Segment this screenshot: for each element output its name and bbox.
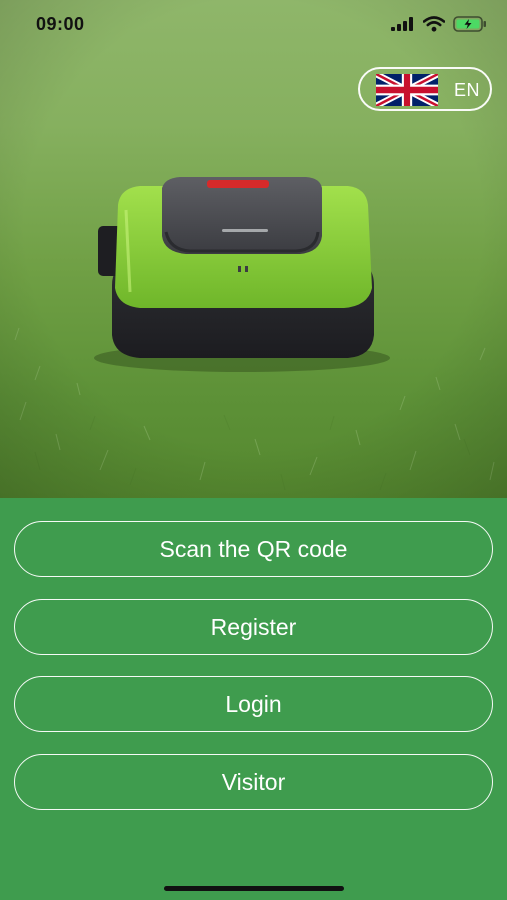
uk-flag-icon xyxy=(376,74,438,106)
language-selector[interactable]: EN xyxy=(358,67,492,111)
status-time: 09:00 xyxy=(36,14,85,34)
register-button[interactable]: Register xyxy=(14,599,493,655)
status-icons xyxy=(391,16,487,32)
visitor-button[interactable]: Visitor xyxy=(14,754,493,810)
home-indicator[interactable] xyxy=(164,886,344,891)
welcome-screen: 09:00 EN Scan the QR code Register Login… xyxy=(0,0,507,900)
battery-charging-icon xyxy=(453,16,486,32)
language-code: EN xyxy=(454,80,481,100)
hero-image: 09:00 EN xyxy=(0,0,507,498)
cellular-signal-icon xyxy=(391,17,413,31)
actions-panel: Scan the QR code Register Login Visitor xyxy=(0,498,507,900)
scan-qr-code-button[interactable]: Scan the QR code xyxy=(14,521,493,577)
wifi-icon xyxy=(423,16,445,32)
status-bar: 09:00 xyxy=(0,0,507,52)
login-button[interactable]: Login xyxy=(14,676,493,732)
